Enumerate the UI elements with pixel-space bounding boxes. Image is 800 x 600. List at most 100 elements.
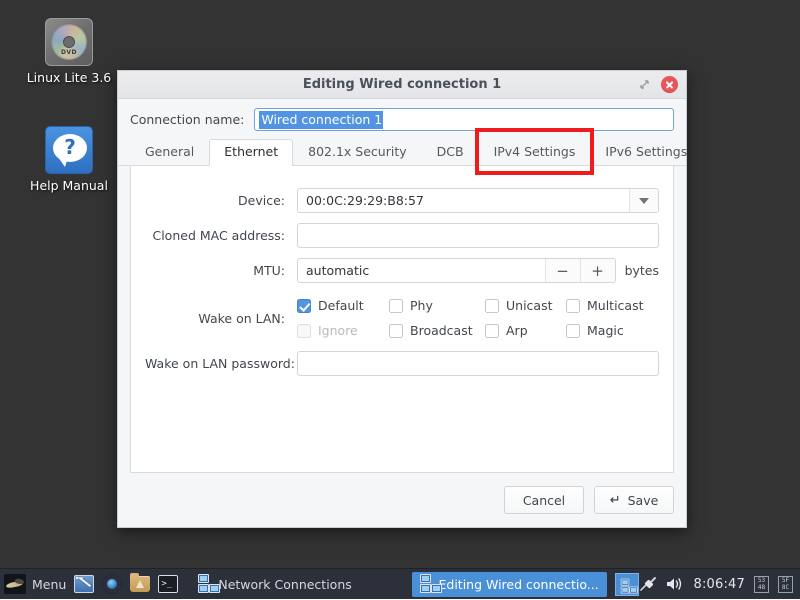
cloned-mac-input[interactable]: [297, 223, 659, 248]
restore-icon[interactable]: [636, 76, 653, 93]
checkbox-multicast-box[interactable]: [566, 298, 580, 313]
wake-on-lan-row: Wake on LAN: Default Phy Unicast Multica…: [145, 293, 659, 343]
menu-button-label: Menu: [32, 576, 67, 592]
menu-button[interactable]: Menu: [0, 569, 70, 600]
dialog-title: Editing Wired connection 1: [302, 77, 502, 92]
checkbox-broadcast[interactable]: Broadcast: [389, 323, 479, 338]
linux-lite-bird-icon: [4, 574, 26, 594]
dialog-action-bar: Cancel ↵ Save: [118, 473, 686, 527]
dvd-disc-icon: DVD: [45, 18, 93, 66]
desktop-icon-help-manual[interactable]: ? Help Manual: [14, 126, 124, 193]
close-icon[interactable]: [661, 76, 678, 93]
dialog-titlebar[interactable]: Editing Wired connection 1: [118, 71, 686, 99]
checkbox-default-box[interactable]: [297, 298, 311, 313]
missing-glyph-bottom: 48: [757, 584, 766, 591]
desktop-icon-label: Linux Lite 3.6: [26, 70, 112, 85]
mtu-row: MTU: automatic − + bytes: [145, 258, 659, 283]
wol-password-row: Wake on LAN password:: [145, 351, 659, 376]
network-connections-icon: [198, 574, 221, 594]
tab-dcb[interactable]: DCB: [422, 139, 479, 165]
missing-glyph-top: 5F: [781, 577, 790, 584]
settings-tabs: General Ethernet 802.1x Security DCB IPv…: [118, 128, 687, 175]
device-label: Device:: [238, 193, 285, 208]
wol-password-label: Wake on LAN password:: [145, 356, 295, 371]
checkbox-phy[interactable]: Phy: [389, 298, 479, 313]
checkbox-multicast[interactable]: Multicast: [566, 298, 644, 313]
cloned-mac-label: Cloned MAC address:: [152, 228, 285, 243]
checkbox-arp-box[interactable]: [485, 323, 499, 338]
checkbox-unicast-label: Unicast: [506, 298, 553, 313]
checkbox-unicast-box[interactable]: [485, 298, 499, 313]
terminal-icon: >_: [158, 575, 179, 593]
folder-icon: [130, 573, 151, 592]
chevron-down-icon[interactable]: [629, 189, 658, 212]
taskbar-window-network-connections[interactable]: Network Connections: [190, 572, 359, 597]
missing-glyph-box-2: 5F 8C: [778, 575, 793, 593]
help-question-icon: ?: [45, 126, 93, 174]
launcher-terminal[interactable]: >_: [154, 569, 182, 600]
connection-name-value: Wired connection 1: [259, 110, 384, 129]
network-connections-icon: [419, 574, 442, 594]
mtu-label: MTU:: [253, 263, 285, 278]
connection-name-label: Connection name:: [130, 112, 245, 127]
show-desktop-icon: [74, 575, 95, 593]
missing-glyph-box-1: 53 48: [754, 575, 769, 593]
network-plug-icon[interactable]: [639, 576, 657, 592]
volume-icon[interactable]: [666, 576, 684, 592]
mtu-decrement-button[interactable]: −: [544, 259, 580, 282]
checkbox-default[interactable]: Default: [297, 298, 383, 313]
checkbox-magic-box[interactable]: [566, 323, 580, 338]
connection-name-input[interactable]: Wired connection 1: [254, 108, 674, 131]
checkbox-ignore: Ignore: [297, 323, 383, 338]
tab-8021x-security[interactable]: 802.1x Security: [293, 139, 422, 165]
system-tray: 8:06:47 53 48 5F 8C: [639, 575, 800, 593]
taskbar-window-label: Network Connections: [218, 576, 352, 592]
mtu-spinner[interactable]: automatic − +: [297, 258, 616, 283]
missing-glyph-top: 53: [757, 577, 766, 584]
save-button-label: Save: [627, 492, 659, 508]
taskbar-window-editing-wired-connection[interactable]: Editing Wired connectio...: [411, 571, 607, 597]
tab-ipv6-settings[interactable]: IPv6 Settings: [590, 139, 702, 165]
checkbox-multicast-label: Multicast: [587, 298, 644, 313]
checkbox-broadcast-box[interactable]: [389, 323, 403, 338]
device-value: 00:0C:29:29:B8:57: [306, 193, 424, 208]
taskbar: Menu >_ Network Connections Editing Wire…: [0, 568, 800, 599]
checkbox-ignore-box: [297, 323, 311, 338]
desktop: DVD Linux Lite 3.6 ? Help Manual Editing…: [0, 0, 800, 599]
wake-on-lan-label: Wake on LAN:: [198, 310, 285, 326]
save-button[interactable]: ↵ Save: [594, 486, 674, 514]
cancel-button[interactable]: Cancel: [504, 486, 584, 514]
missing-glyph-bottom: 8C: [781, 584, 790, 591]
clock[interactable]: 8:06:47: [693, 577, 745, 592]
checkbox-phy-box[interactable]: [389, 298, 403, 313]
workspace-switcher-icon[interactable]: [614, 572, 640, 596]
taskbar-window-label: Editing Wired connectio...: [438, 576, 599, 592]
desktop-icon-linux-lite[interactable]: DVD Linux Lite 3.6: [14, 18, 124, 85]
cloned-mac-row: Cloned MAC address:: [145, 223, 659, 248]
tab-ipv4-settings[interactable]: IPv4 Settings: [479, 139, 591, 165]
checkbox-arp-label: Arp: [506, 323, 528, 338]
tab-general[interactable]: General: [130, 139, 209, 165]
launcher-firefox[interactable]: [98, 569, 126, 600]
workspace-window-thumb: [620, 578, 638, 593]
device-combobox[interactable]: 00:0C:29:29:B8:57: [297, 188, 659, 213]
firefox-icon: [102, 574, 122, 594]
launcher-show-desktop[interactable]: [70, 569, 98, 600]
editing-connection-dialog: Editing Wired connection 1 Connection na…: [117, 70, 687, 528]
mtu-unit-label: bytes: [624, 263, 659, 278]
mtu-value: automatic: [306, 263, 370, 278]
checkbox-magic[interactable]: Magic: [566, 323, 624, 338]
launcher-file-manager[interactable]: [126, 569, 154, 600]
wake-on-lan-options: Default Phy Unicast Multicast Ignore Bro…: [297, 293, 659, 343]
checkbox-unicast[interactable]: Unicast: [485, 298, 560, 313]
checkbox-magic-label: Magic: [587, 323, 624, 338]
mtu-increment-button[interactable]: +: [579, 259, 615, 282]
checkbox-phy-label: Phy: [410, 298, 433, 313]
checkbox-arp[interactable]: Arp: [485, 323, 560, 338]
wol-password-input[interactable]: [297, 351, 659, 376]
device-row: Device: 00:0C:29:29:B8:57: [145, 188, 659, 213]
checkbox-default-label: Default: [318, 298, 364, 313]
connection-name-row: Connection name: Wired connection 1: [118, 99, 686, 139]
tab-ethernet[interactable]: Ethernet: [209, 139, 294, 166]
checkbox-ignore-label: Ignore: [318, 323, 358, 338]
